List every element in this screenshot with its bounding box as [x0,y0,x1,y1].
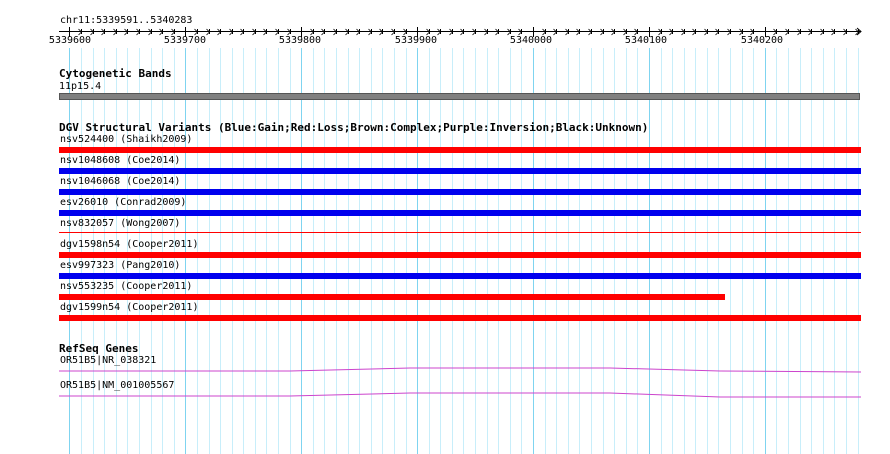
tick-label: 5340000 [509,35,553,46]
cytoband-track-title: Cytogenetic Bands [59,67,172,80]
gene-label: OR51B5|NR_038321 [60,355,157,366]
tick-label: 5339600 [48,35,92,46]
variant-bar[interactable] [59,252,861,258]
dgv-track-title: DGV Structural Variants (Blue:Gain;Red:L… [59,121,649,134]
variant-label: nsv524400 (Shaikh2009) [60,134,193,145]
tick-label: 5340100 [624,35,668,46]
cytoband-bar[interactable] [59,93,860,100]
genome-browser-view: chr11:5339591..5340283 5339600 5339700 5… [0,0,890,454]
refseq-track-title: RefSeq Genes [59,342,139,355]
variant-label: nsv1048608 (Coe2014) [60,155,181,166]
variant-bar[interactable] [59,147,861,153]
variant-label: nsv1046068 (Coe2014) [60,176,181,187]
variant-label: esv26010 (Conrad2009) [60,197,187,208]
variant-bar[interactable] [59,189,861,195]
variant-bar[interactable] [59,315,861,321]
gene-label: OR51B5|NM_001005567 [60,380,175,391]
variant-bar[interactable] [59,210,861,216]
variant-label: dgv1598n54 (Cooper2011) [60,239,199,250]
tick-label: 5339800 [278,35,322,46]
tick-label: 5339700 [163,35,207,46]
variant-bar[interactable] [59,273,861,279]
tick-label: 5339900 [394,35,438,46]
variant-bar[interactable] [59,232,861,233]
variant-bar[interactable] [59,294,725,300]
variant-label: esv997323 (Pang2010) [60,260,181,271]
variant-label: nsv553235 (Cooper2011) [60,281,193,292]
variant-label: nsv832057 (Wong2007) [60,218,181,229]
variant-bar[interactable] [59,168,861,174]
variant-label: dgv1599n54 (Cooper2011) [60,302,199,313]
tick-label: 5340200 [740,35,784,46]
region-label: chr11:5339591..5340283 [60,15,193,26]
cytoband-label: 11p15.4 [59,81,102,92]
